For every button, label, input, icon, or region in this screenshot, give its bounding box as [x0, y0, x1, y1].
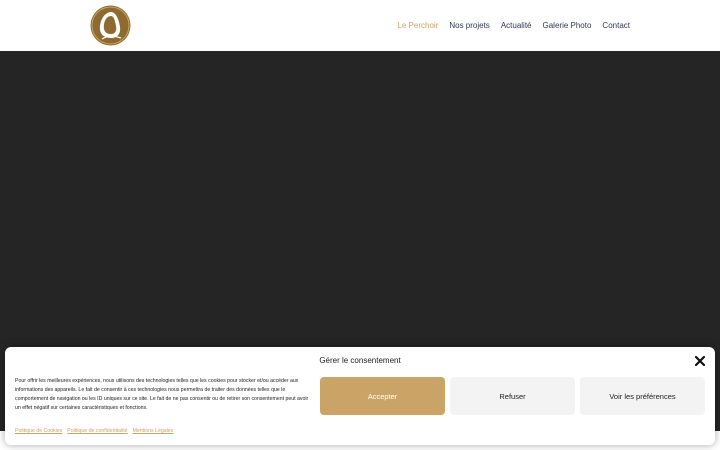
consent-links: Politique de Cookies Politique de confid…	[15, 428, 173, 434]
consent-body: Pour offrir les meilleures expériences, …	[15, 378, 309, 411]
close-icon[interactable]	[694, 355, 706, 367]
preferences-button[interactable]: Voir les préférences	[580, 377, 705, 415]
cookie-policy-link[interactable]: Politique de Cookies	[15, 428, 62, 434]
nav-item-galerie-photo[interactable]: Galerie Photo	[543, 21, 592, 30]
main-nav: Le Perchoir Nos projets Actualité Galeri…	[397, 0, 630, 51]
privacy-policy-link[interactable]: Politique de confidentialité	[67, 428, 127, 434]
cookie-consent-dialog: Gérer le consentement Pour offrir les me…	[5, 347, 715, 445]
consent-title: Gérer le consentement	[319, 356, 401, 365]
nav-item-nos-projets[interactable]: Nos projets	[449, 21, 489, 30]
le-perchoir-logo[interactable]	[90, 5, 131, 46]
accept-button[interactable]: Accepter	[320, 377, 445, 415]
nav-item-contact[interactable]: Contact	[602, 21, 630, 30]
legal-notice-link[interactable]: Mentions Légales	[133, 428, 174, 434]
nav-item-le-perchoir[interactable]: Le Perchoir	[397, 21, 438, 30]
refuse-button[interactable]: Refuser	[450, 377, 575, 415]
nav-item-actualite[interactable]: Actualité	[501, 21, 532, 30]
site-header: Le Perchoir Nos projets Actualité Galeri…	[0, 0, 720, 51]
